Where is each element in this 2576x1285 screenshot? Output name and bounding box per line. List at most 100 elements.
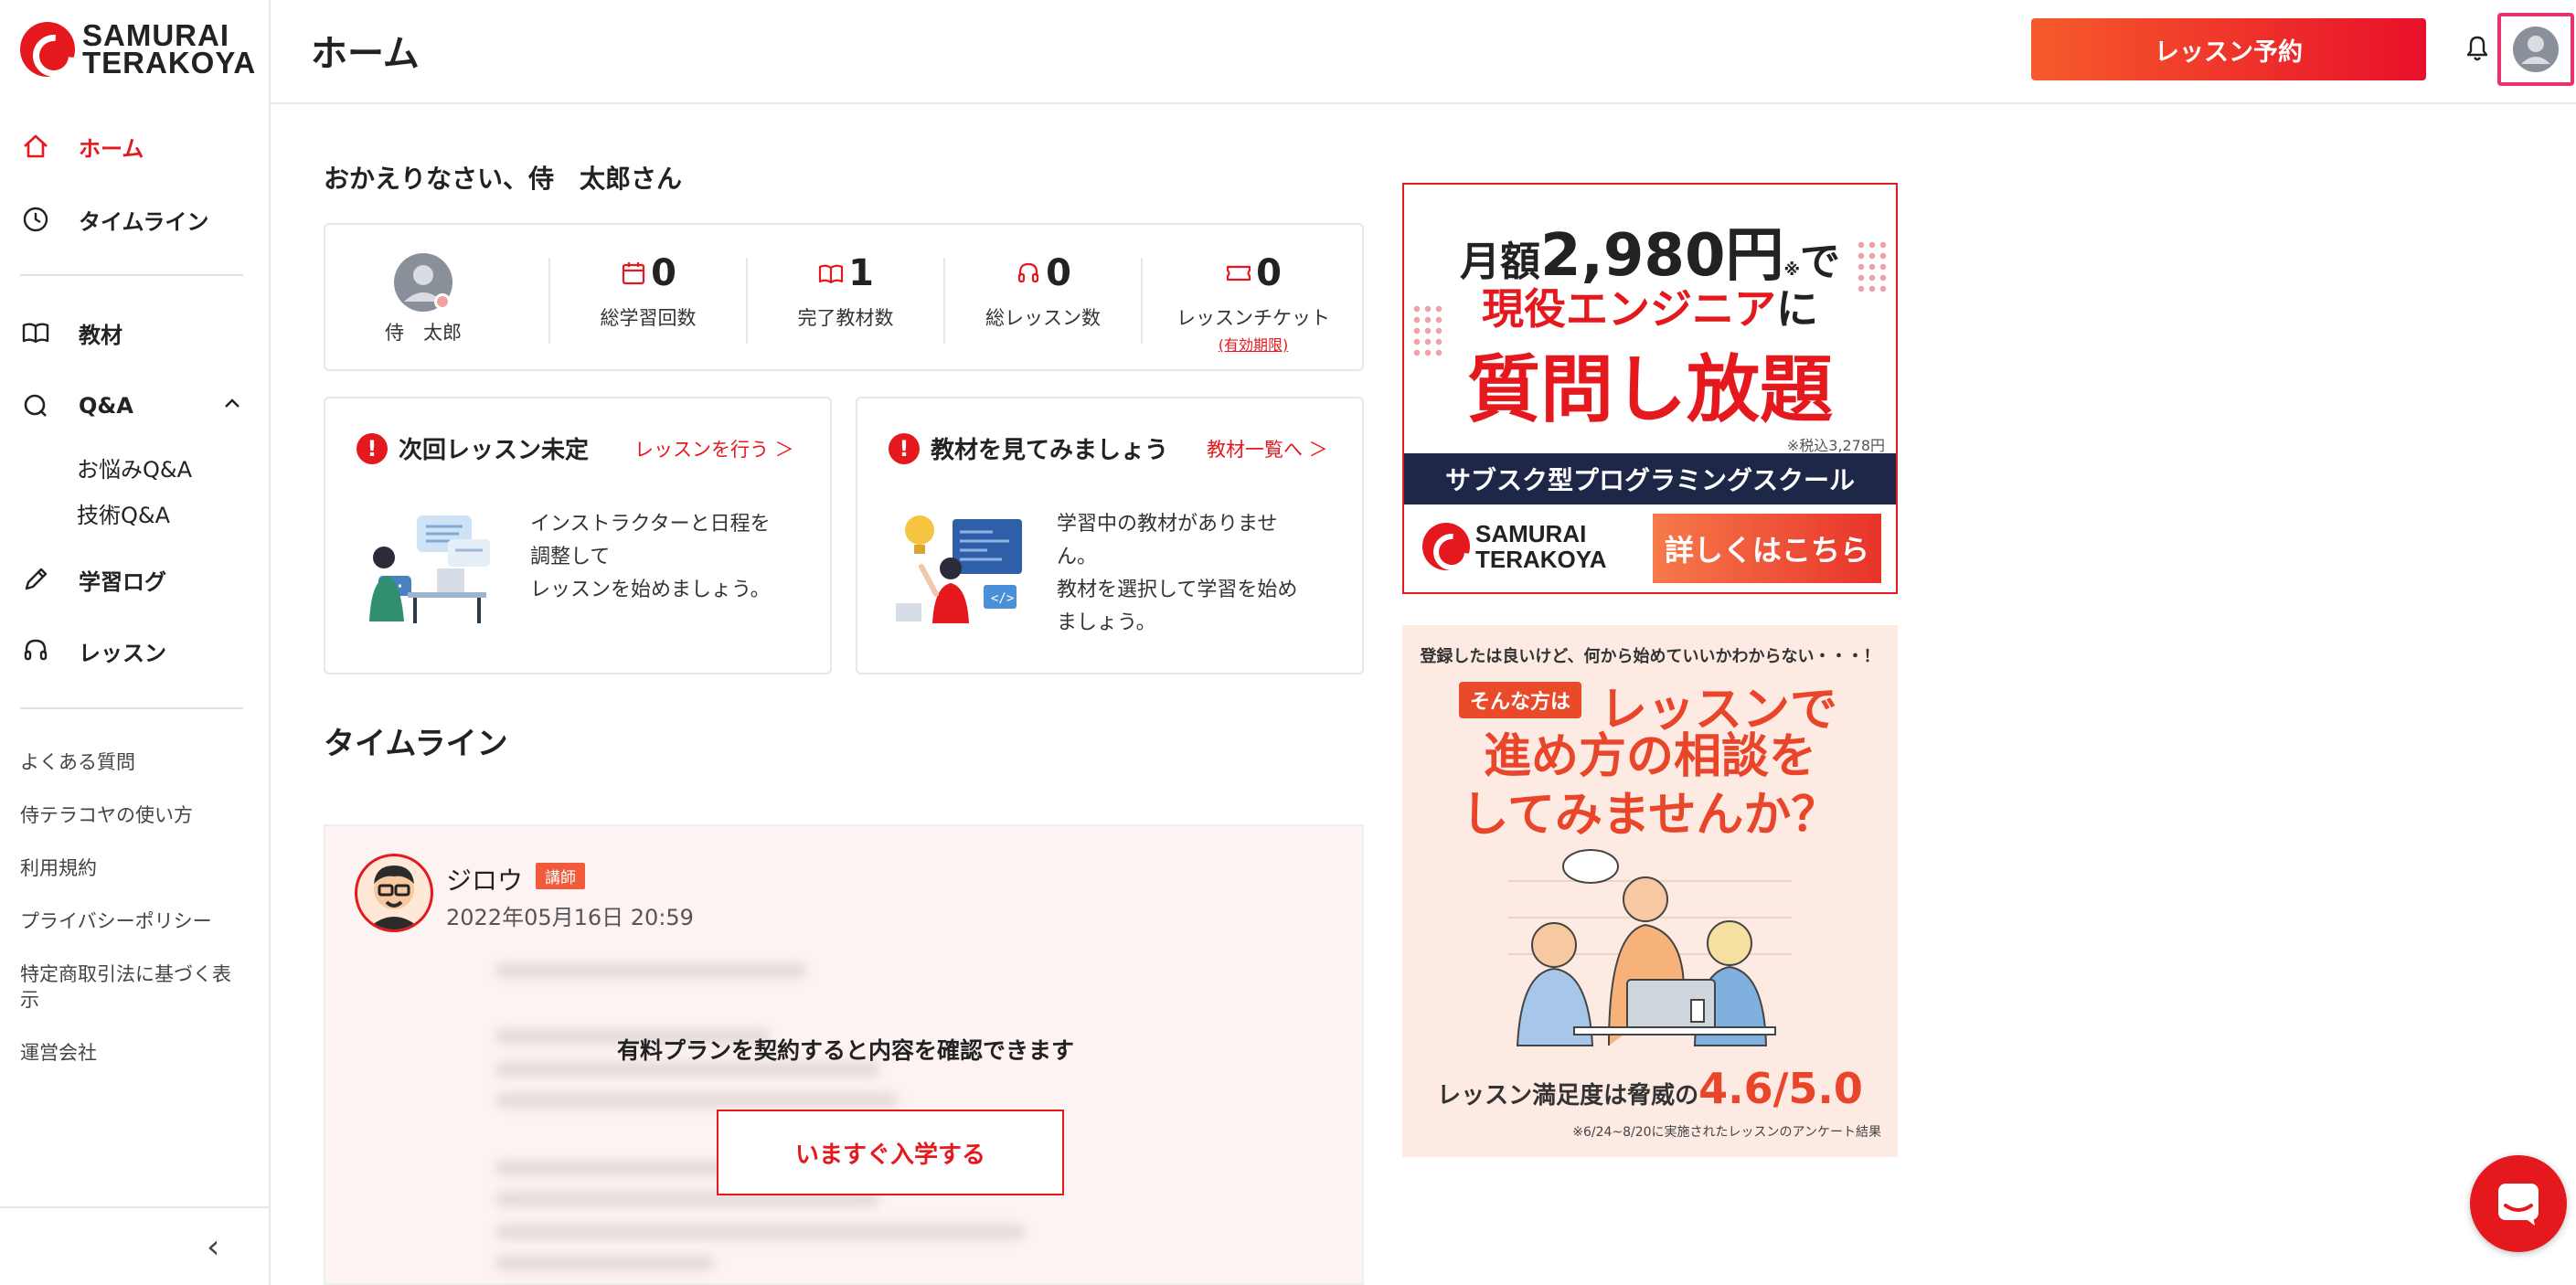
timeline-post: ジロウ 講師 2022年05月16日 20:59 有料プランを契約すると内容を確… xyxy=(324,824,1364,1285)
book-icon xyxy=(20,317,51,348)
sidebar-item-label: Q&A xyxy=(79,393,133,419)
next-lesson-card: ! 次回レッスン未定 レッスンを行う ＞ インストラクターと日程を 調整して レ… xyxy=(324,397,832,674)
text-line: 調整して xyxy=(530,546,611,568)
sidebar-item-label: レッスン xyxy=(79,640,166,666)
stat-label: レッスンチケット xyxy=(1176,307,1330,329)
greeting-text: おかえりなさい、侍 太郎さん xyxy=(324,164,683,194)
instructor-badge: 講師 xyxy=(536,863,585,889)
stat-completed-materials: 1 完了教材数 xyxy=(748,252,943,331)
calendar-icon xyxy=(620,260,647,287)
sidebar-item-label: 学習ログ xyxy=(79,568,166,595)
sidebar-item-lesson[interactable]: レッスン xyxy=(20,631,166,671)
footer-link-terms[interactable]: 利用規約 xyxy=(20,855,249,881)
banner-top-text: 登録したは良いけど、何から始めていいかわからない・・・！ xyxy=(1420,647,1880,666)
instructor-avatar[interactable] xyxy=(355,854,433,932)
enroll-now-button[interactable]: いますぐ入学する xyxy=(717,1110,1064,1195)
sidebar-divider xyxy=(20,274,243,276)
banner-tag: そんな方は xyxy=(1459,682,1582,718)
stat-value: 0 xyxy=(1256,252,1282,294)
sidebar-item-materials[interactable]: 教材 xyxy=(20,313,122,353)
start-lesson-link[interactable]: レッスンを行う ＞ xyxy=(634,435,794,462)
subscription-banner[interactable]: 月額2,980円※で 現役エンジニアに 質問し放題 ※税込3,278円 サブスク… xyxy=(1402,183,1898,594)
text-line: インストラクターと日程を xyxy=(530,513,771,536)
team-consult-illustration xyxy=(1508,849,1792,1046)
blurred-content xyxy=(495,1225,1026,1239)
text-line: ん。 xyxy=(1057,546,1098,568)
home-icon xyxy=(20,131,51,162)
satisfaction-line: レッスン満足度は脅威の4.6/5.0 xyxy=(1402,1064,1898,1113)
banner-text: 進め方の相談を xyxy=(1483,729,1816,784)
avatar xyxy=(394,253,452,312)
banner-headline: 質問し放題 xyxy=(1467,347,1833,432)
page-title: ホーム xyxy=(311,33,420,75)
learning-illustration: </> xyxy=(896,515,1022,623)
blurred-content xyxy=(495,963,806,978)
materials-card: ! 教材を見てみましょう 教材一覧へ ＞ </> 学習中の教材がありませ ん。 … xyxy=(856,397,1364,674)
sidebar-subitem-tech-qa[interactable]: 技術Q&A xyxy=(77,497,170,529)
alert-icon: ! xyxy=(357,432,388,464)
samurai-terakoya-logo[interactable]: SAMURAI TERAKOYA xyxy=(20,20,255,79)
text-line: ましょう。 xyxy=(1057,611,1156,634)
lesson-guidance-text: インストラクターと日程を 調整して レッスンを始めましょう。 xyxy=(530,508,771,607)
post-author[interactable]: ジロウ xyxy=(446,861,523,897)
banner-text: 現役エンジニア xyxy=(1482,284,1776,334)
banner-text: に xyxy=(1776,284,1818,334)
sidebar-item-home[interactable]: ホーム xyxy=(20,126,144,166)
logo-mark-icon xyxy=(20,22,75,77)
top-header: ホーム レッスン予約 xyxy=(271,0,2576,104)
banner-details-button[interactable]: 詳しくはこちら xyxy=(1653,514,1881,583)
survey-note: ※6/24~8/20に実施されたレッスンのアンケート結果 xyxy=(1572,1125,1881,1140)
card-title: 教材を見てみましょう xyxy=(931,437,1169,464)
footer-link-commerce-law[interactable]: 特定商取引法に基づく表示 xyxy=(20,961,249,1013)
chevron-left-icon: ‹ xyxy=(207,1228,220,1266)
banner-subtitle-bar: サブスク型プログラミングスクール xyxy=(1404,453,1896,504)
stats-card: 侍 太郎 0 総学習回数 1 完了教材数 0 総レッスン数 0 レッスンチケット… xyxy=(324,223,1364,371)
ticket-expiry-link[interactable]: (有効期限) xyxy=(1143,333,1364,355)
materials-list-link[interactable]: 教材一覧へ ＞ xyxy=(1207,435,1328,462)
sidebar-item-timeline[interactable]: タイムライン xyxy=(20,199,208,239)
banner-logo-line: TERAKOYA xyxy=(1475,546,1607,573)
satisfaction-score: 4.6/5.0 xyxy=(1698,1064,1863,1113)
blurred-content xyxy=(495,1093,898,1108)
sidebar: SAMURAI TERAKOYA ホーム タイムライン 教材 Q&A お悩みQ&… xyxy=(0,0,271,1285)
pencil-icon xyxy=(20,564,51,595)
bell-icon[interactable] xyxy=(2454,24,2501,71)
text-line: レッスンを始めましょう。 xyxy=(530,579,771,601)
profile-name: 侍 太郎 xyxy=(385,322,462,344)
footer-link-howto[interactable]: 侍テラコヤの使い方 xyxy=(20,802,249,828)
book-icon xyxy=(817,260,845,287)
stat-lesson-tickets: 0 レッスンチケット (有効期限) xyxy=(1143,252,1364,355)
post-date: 2022年05月16日 20:59 xyxy=(446,905,694,930)
sidebar-item-label: 教材 xyxy=(79,322,122,348)
sidebar-item-label: ホーム xyxy=(79,135,144,162)
chat-icon xyxy=(2498,1184,2539,1226)
ticket-icon xyxy=(1225,260,1252,287)
alert-icon: ! xyxy=(889,432,920,464)
banner-headline-sub: 進め方の相談を してみませんか？ xyxy=(1402,727,1898,844)
stat-value: 1 xyxy=(848,252,874,294)
profile-summary[interactable]: 侍 太郎 xyxy=(325,252,521,345)
footer-link-company[interactable]: 運営会社 xyxy=(20,1040,249,1066)
headset-icon xyxy=(20,635,51,666)
chat-support-button[interactable] xyxy=(2470,1155,2567,1252)
logo-mark-icon xyxy=(1422,523,1470,570)
timeline-heading: タイムライン xyxy=(324,726,508,762)
sidebar-item-qa[interactable]: Q&A xyxy=(20,386,243,426)
banner-logo: SAMURAI TERAKOYA xyxy=(1422,521,1607,572)
lesson-consult-banner[interactable]: 登録したは良いけど、何から始めていいかわからない・・・！ そんな方は レッスンで… xyxy=(1402,625,1898,1157)
sidebar-subitem-worry-qa[interactable]: お悩みQ&A xyxy=(77,451,192,483)
stat-total-study: 0 総学習回数 xyxy=(550,252,746,331)
footer-link-faq[interactable]: よくある質問 xyxy=(20,749,249,775)
user-avatar-button[interactable] xyxy=(2497,13,2574,86)
footer-link-privacy[interactable]: プライバシーポリシー xyxy=(20,908,249,934)
avatar-icon xyxy=(2513,27,2559,72)
lesson-reserve-button[interactable]: レッスン予約 xyxy=(2031,18,2426,80)
chevron-up-icon[interactable] xyxy=(221,393,243,420)
stat-value: 0 xyxy=(1046,252,1071,294)
sidebar-item-learning-log[interactable]: 学習ログ xyxy=(20,559,166,600)
svg-text:</>: </> xyxy=(991,591,1014,606)
text-line: 学習中の教材がありませ xyxy=(1057,513,1278,536)
banner-text: してみませんか？ xyxy=(1461,788,1839,843)
stat-label: 完了教材数 xyxy=(797,307,894,329)
sidebar-collapse-button[interactable]: ‹ xyxy=(0,1206,271,1285)
